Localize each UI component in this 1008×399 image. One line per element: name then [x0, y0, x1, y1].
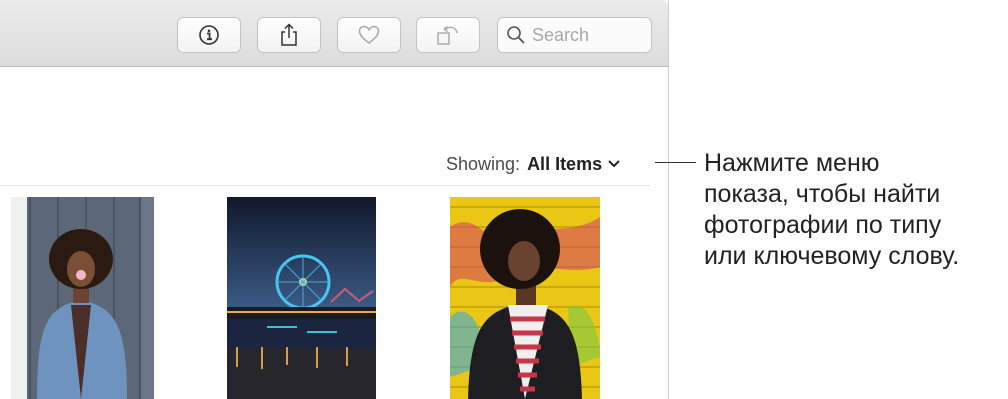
- callout-line-4: или ключевому слову.: [704, 242, 960, 270]
- search-input[interactable]: [532, 24, 642, 46]
- photo-thumbnail-pier[interactable]: [227, 197, 376, 399]
- share-icon: [281, 23, 297, 46]
- divider: [0, 185, 650, 186]
- callout-text: Нажмите меню показа, чтобы найти фотогра…: [704, 148, 1004, 272]
- showing-value: All Items: [527, 153, 603, 174]
- showing-menu[interactable]: All Items: [527, 154, 621, 175]
- showing-filter: Showing: All Items: [446, 152, 621, 176]
- callout-leader-line: [655, 162, 696, 163]
- search-icon: [507, 26, 525, 44]
- favorite-button[interactable]: [337, 17, 401, 53]
- heart-icon: [358, 25, 380, 44]
- info-icon: [199, 25, 219, 45]
- chevron-down-icon: [608, 160, 620, 168]
- toolbar: [0, 0, 668, 67]
- callout-line-1: Нажмите меню: [704, 149, 880, 177]
- rotate-button[interactable]: [416, 17, 480, 53]
- callout-line-3: фотографии по типу: [704, 211, 942, 239]
- callout-line-2: показа, чтобы найти: [704, 180, 941, 208]
- share-button[interactable]: [257, 17, 321, 53]
- photo-pier-ferris-wheel: [227, 197, 376, 399]
- search-field[interactable]: [497, 17, 652, 53]
- photo-woman-yellow-wall: [450, 197, 600, 399]
- photo-woman-bubble-gum: [11, 197, 154, 399]
- photo-thumbnail-bubble-gum[interactable]: [11, 197, 154, 399]
- photos-window: Showing: All Items: [0, 0, 669, 399]
- showing-label: Showing:: [446, 153, 521, 174]
- info-button[interactable]: [177, 17, 241, 53]
- photo-thumbnail-yellow-wall[interactable]: [450, 197, 600, 399]
- rotate-icon: [437, 25, 458, 45]
